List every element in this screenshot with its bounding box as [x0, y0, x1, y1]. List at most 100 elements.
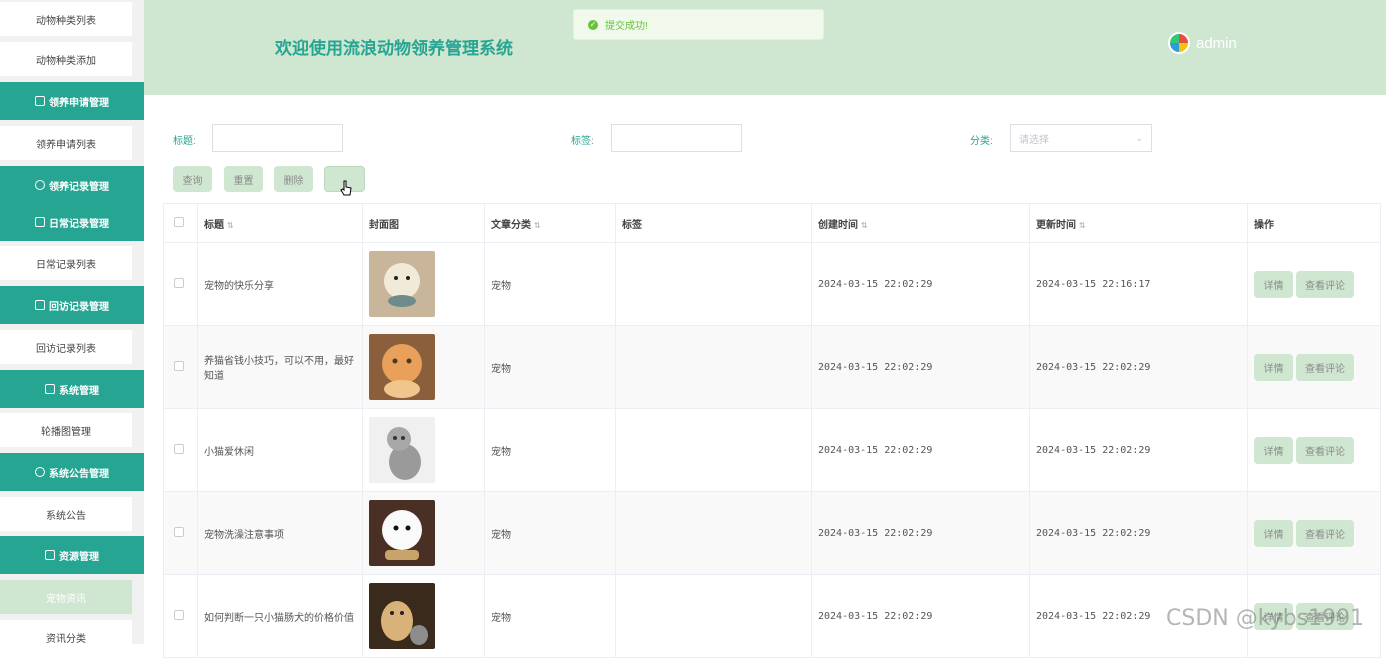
sidebar-item-pet-news[interactable]: 宠物资讯 — [0, 580, 132, 614]
cover-image[interactable] — [369, 334, 435, 400]
news-table: 标题 ⇅ 封面图 文章分类 ⇅ 标签 创建时间 ⇅ 更新时间 ⇅ 操作 宠物的快乐分享 … — [163, 203, 1381, 658]
sort-icon[interactable]: ⇅ — [1079, 221, 1086, 230]
row-tag — [615, 242, 812, 326]
row-tag — [615, 325, 812, 409]
row-title: 小猫爱休闲 — [197, 408, 363, 492]
row-title: 宠物的快乐分享 — [197, 242, 363, 326]
row-created: 2024-03-15 22:02:29 — [811, 325, 1030, 409]
table-row: 宠物洗澡注意事项 宠物 2024-03-15 22:02:29 2024-03-… — [163, 491, 1381, 575]
tag-filter-label: 标签: — [571, 136, 594, 147]
row-tag — [615, 491, 812, 575]
view-comments-button[interactable]: 查看评论 — [1296, 436, 1354, 464]
sidebar-item-daily-record-list[interactable]: 日常记录列表 — [0, 246, 132, 280]
avatar[interactable] — [1168, 32, 1190, 54]
header: 欢迎使用流浪动物领养管理系统 ✓ 提交成功! admin — [144, 0, 1386, 95]
table-row: 宠物的快乐分享 宠物 2024-03-15 22:02:29 2024-03-1… — [163, 242, 1381, 326]
sidebar-group-resource[interactable]: 资源管理 — [0, 536, 144, 574]
sidebar: 动物种类列表 动物种类添加 领养申请管理 领养申请列表 领养记录管理 日常记录管… — [0, 0, 144, 654]
category-select-placeholder: 请选择 — [1019, 134, 1049, 146]
table-row: 养猫省钱小技巧，可以不用，最好知道 宠物 2024-03-15 22:02:29… — [163, 325, 1381, 409]
title-filter-label: 标题: — [173, 136, 196, 147]
col-created[interactable]: 创建时间 ⇅ — [811, 203, 1030, 243]
col-category[interactable]: 文章分类 ⇅ — [484, 203, 616, 243]
row-updated: 2024-03-15 22:02:29 — [1029, 408, 1248, 492]
select-all-cell[interactable] — [163, 203, 198, 243]
title-filter-input[interactable] — [212, 124, 343, 152]
sort-icon[interactable]: ⇅ — [227, 221, 234, 230]
row-created: 2024-03-15 22:02:29 — [811, 574, 1030, 658]
view-comments-button[interactable]: 查看评论 — [1296, 519, 1354, 547]
sidebar-item-adoption-apply-list[interactable]: 领养申请列表 — [0, 126, 132, 160]
detail-button[interactable]: 详情 — [1254, 270, 1293, 298]
reset-button[interactable]: 重置 — [224, 166, 263, 192]
table-header-row: 标题 ⇅ 封面图 文章分类 ⇅ 标签 创建时间 ⇅ 更新时间 ⇅ 操作 — [163, 203, 1381, 243]
detail-button[interactable]: 详情 — [1254, 353, 1293, 381]
checkbox-icon — [35, 300, 45, 310]
page-title: 欢迎使用流浪动物领养管理系统 — [275, 39, 513, 58]
row-updated: 2024-03-15 22:02:29 — [1029, 325, 1248, 409]
row-tag — [615, 574, 812, 658]
row-ops: 详情 查看评论 — [1247, 491, 1381, 575]
sidebar-group-adoption-apply[interactable]: 领养申请管理 — [0, 82, 144, 120]
row-checkbox[interactable] — [174, 277, 184, 288]
detail-button[interactable]: 详情 — [1254, 436, 1293, 464]
row-cover — [362, 325, 485, 409]
row-cover — [362, 574, 485, 658]
row-updated: 2024-03-15 22:02:29 — [1029, 491, 1248, 575]
row-checkbox[interactable] — [174, 526, 184, 537]
detail-button[interactable]: 详情 — [1254, 519, 1293, 547]
delete-button[interactable]: 删除 — [274, 166, 313, 192]
hand-cursor-icon — [340, 180, 352, 196]
sidebar-item-notice[interactable]: 系统公告 — [0, 497, 132, 531]
row-created: 2024-03-15 22:02:29 — [811, 408, 1030, 492]
row-category: 宠物 — [484, 242, 616, 326]
chevron-down-icon: ⌄ — [1135, 132, 1143, 143]
table-row: 小猫爱休闲 宠物 2024-03-15 22:02:29 2024-03-15 … — [163, 408, 1381, 492]
col-title[interactable]: 标题 ⇅ — [197, 203, 363, 243]
row-title: 养猫省钱小技巧，可以不用，最好知道 — [197, 325, 363, 409]
sidebar-item-animal-type-add[interactable]: 动物种类添加 — [0, 42, 132, 76]
row-category: 宠物 — [484, 325, 616, 409]
row-cover — [362, 491, 485, 575]
query-button[interactable]: 查询 — [173, 166, 212, 192]
view-comments-button[interactable]: 查看评论 — [1296, 353, 1354, 381]
row-checkbox[interactable] — [174, 360, 184, 371]
row-created: 2024-03-15 22:02:29 — [811, 491, 1030, 575]
row-ops: 详情 查看评论 — [1247, 242, 1381, 326]
sidebar-item-carousel[interactable]: 轮播图管理 — [0, 413, 132, 447]
sidebar-item-news-category[interactable]: 资讯分类 — [0, 620, 132, 654]
check-icon: ✓ — [588, 19, 598, 30]
row-category: 宠物 — [484, 491, 616, 575]
sidebar-group-notice[interactable]: 系统公告管理 — [0, 453, 144, 491]
view-comments-button[interactable]: 查看评论 — [1296, 270, 1354, 298]
row-created: 2024-03-15 22:02:29 — [811, 242, 1030, 326]
cloud-icon — [35, 467, 45, 477]
row-tag — [615, 408, 812, 492]
sort-icon[interactable]: ⇅ — [534, 221, 541, 230]
row-title: 宠物洗澡注意事项 — [197, 491, 363, 575]
cover-image[interactable] — [369, 251, 435, 317]
tag-filter-input[interactable] — [611, 124, 742, 152]
cover-image[interactable] — [369, 583, 435, 649]
select-all-checkbox[interactable] — [174, 216, 184, 227]
sidebar-group-daily-record[interactable]: 日常记录管理 — [0, 203, 144, 241]
edit-icon — [35, 96, 45, 106]
sort-icon[interactable]: ⇅ — [861, 221, 868, 230]
sidebar-group-visit-record[interactable]: 回访记录管理 — [0, 286, 144, 324]
sidebar-item-visit-record-list[interactable]: 回访记录列表 — [0, 330, 132, 364]
sidebar-group-system[interactable]: 系统管理 — [0, 370, 144, 408]
cover-image[interactable] — [369, 500, 435, 566]
user-menu[interactable]: admin — [1168, 32, 1237, 54]
row-category: 宠物 — [484, 574, 616, 658]
col-updated[interactable]: 更新时间 ⇅ — [1029, 203, 1248, 243]
category-select[interactable]: 请选择 ⌄ — [1010, 124, 1152, 152]
row-checkbox[interactable] — [174, 609, 184, 620]
col-cover: 封面图 — [362, 203, 485, 243]
cover-image[interactable] — [369, 417, 435, 483]
sidebar-group-adoption-record[interactable]: 领养记录管理 — [0, 166, 144, 204]
cloud-icon — [35, 180, 45, 190]
col-ops: 操作 — [1247, 203, 1381, 243]
row-checkbox[interactable] — [174, 443, 184, 454]
sidebar-item-animal-type-list[interactable]: 动物种类列表 — [0, 2, 132, 36]
row-ops: 详情 查看评论 — [1247, 408, 1381, 492]
